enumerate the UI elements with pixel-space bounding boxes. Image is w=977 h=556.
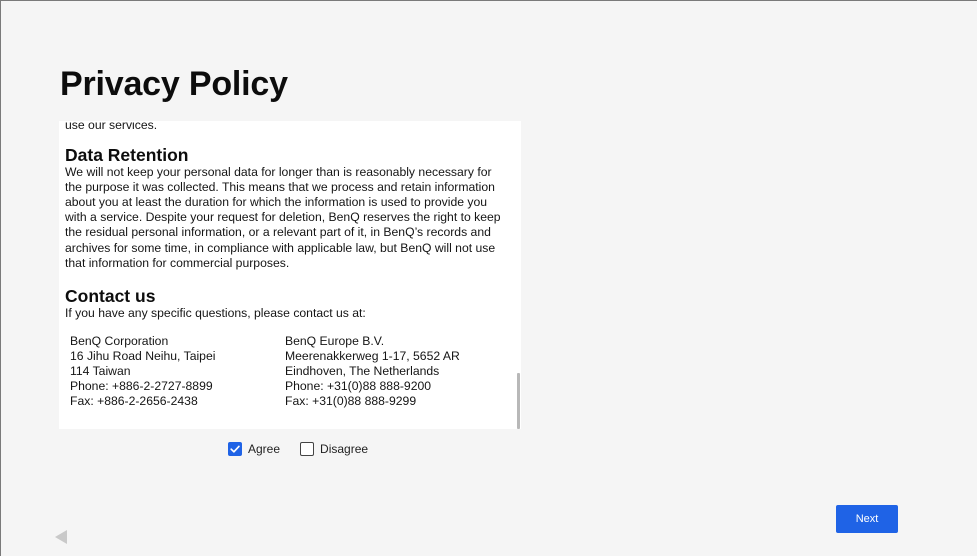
retention-line: about you at least the duration for whic…	[65, 195, 488, 210]
address-line: BenQ Corporation	[70, 333, 169, 348]
triangle-left-icon[interactable]	[55, 530, 67, 544]
address-line: Phone: +886-2-2727-8899	[70, 379, 213, 394]
disagree-option[interactable]: Disagree	[300, 442, 368, 456]
contact-addresses: BenQ Corporation 16 Jihu Road Neihu, Tai…	[65, 334, 511, 409]
policy-content: use our services. Data Retention We will…	[65, 121, 511, 409]
address-line: Meerenakkerweg 1-17, 5652 AR	[285, 348, 460, 363]
address-line: 16 Jihu Road Neihu, Taipei	[70, 348, 216, 363]
disagree-checkbox[interactable]	[300, 442, 315, 456]
consent-options: Agree Disagree	[228, 442, 368, 456]
disagree-label: Disagree	[320, 442, 369, 456]
retention-line: that information for commercial purposes…	[65, 255, 290, 270]
address-line: Phone: +31(0)88 888-9200	[285, 379, 432, 394]
address-benq-europe: BenQ Europe B.V. Meerenakkerweg 1-17, 56…	[285, 334, 500, 409]
retention-line: We will not keep your personal data for …	[65, 165, 492, 180]
agree-option[interactable]: Agree	[228, 442, 280, 456]
retention-line: the residual personal information, or a …	[65, 225, 491, 240]
address-line: 114 Taiwan	[70, 364, 131, 379]
agree-label: Agree	[248, 442, 281, 456]
contact-intro: If you have any specific questions, plea…	[65, 305, 366, 320]
data-retention-heading: Data Retention	[65, 145, 189, 166]
address-line: Fax: +31(0)88 888-9299	[285, 394, 417, 409]
next-button[interactable]: Next	[836, 505, 898, 533]
contact-heading: Contact us	[65, 285, 156, 306]
policy-text-panel[interactable]: use our services. Data Retention We will…	[59, 121, 521, 429]
policy-scrollbar[interactable]	[517, 373, 520, 429]
page-title: Privacy Policy	[60, 65, 288, 103]
retention-line: the purpose it was collected. This means…	[65, 180, 495, 195]
address-line: BenQ Europe B.V.	[285, 333, 385, 348]
address-line: Fax: +886-2-2656-2438	[70, 394, 198, 409]
retention-line: archives for some time, in compliance wi…	[65, 240, 496, 255]
agree-checkbox[interactable]	[228, 442, 242, 456]
intro-tail-text: use our services.	[65, 121, 158, 132]
checkmark-icon	[230, 445, 240, 453]
retention-line: with a service. Despite your request for…	[65, 210, 501, 225]
setup-screen: Privacy Policy use our services. Data Re…	[0, 0, 977, 556]
address-line: Eindhoven, The Netherlands	[285, 364, 440, 379]
address-benq-corporation: BenQ Corporation 16 Jihu Road Neihu, Tai…	[70, 334, 285, 409]
